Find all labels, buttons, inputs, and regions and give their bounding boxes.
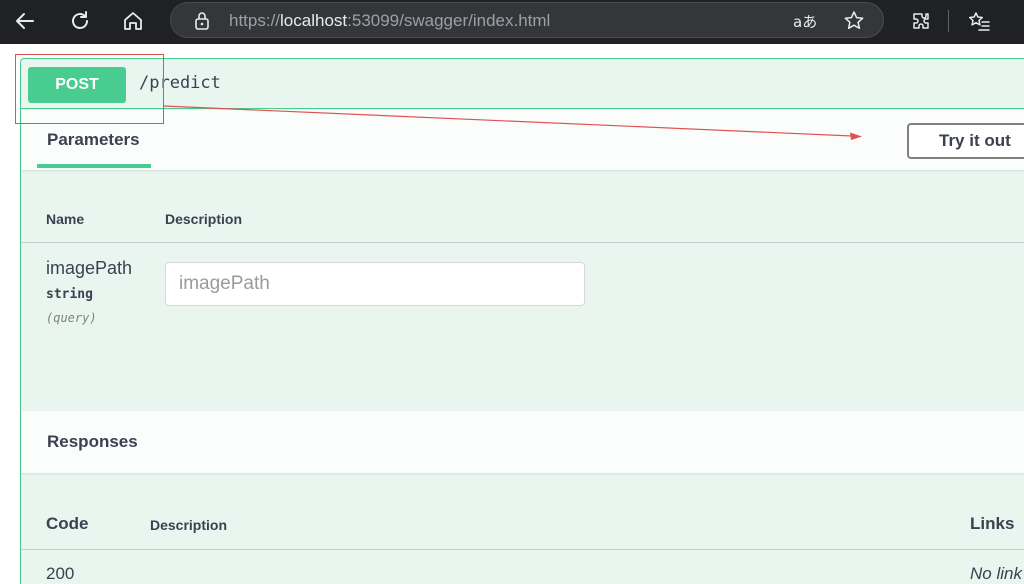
param-type: string (46, 287, 93, 302)
col-response-description-header: Description (150, 517, 228, 533)
responses-divider (21, 549, 1024, 550)
image-path-input[interactable] (165, 262, 585, 306)
url-text: https://localhost:53099/swagger/index.ht… (229, 11, 550, 31)
url-path: :53099/swagger/index.html (347, 11, 551, 30)
address-bar[interactable]: https://localhost:53099/swagger/index.ht… (170, 2, 884, 38)
response-links: No link (970, 564, 1022, 583)
col-code-header: Code (46, 514, 89, 533)
refresh-icon[interactable] (63, 6, 97, 36)
back-icon[interactable] (8, 6, 42, 36)
try-it-out-button[interactable]: Try it out (907, 123, 1024, 159)
response-code: 200 (46, 564, 75, 583)
col-description-header: Description (165, 211, 243, 227)
home-icon[interactable] (116, 6, 150, 36)
url-scheme: https:// (229, 11, 281, 30)
responses-header: Responses (21, 411, 1024, 473)
param-location: (query) (46, 311, 97, 325)
read-aloud-icon[interactable]: aあ (793, 11, 817, 32)
col-links-header: Links (970, 514, 1015, 533)
parameters-header: Parameters Try it out (21, 110, 1024, 170)
tab-parameters[interactable]: Parameters (47, 130, 140, 150)
tab-active-indicator (37, 164, 151, 168)
responses-title: Responses (47, 432, 138, 451)
col-name-header: Name (46, 211, 85, 227)
operation-summary[interactable]: POST /predict (21, 59, 1024, 109)
param-name: imagePath (46, 258, 133, 278)
swagger-page: POST /predict Parameters Try it out Name… (0, 44, 1024, 584)
toolbar-divider (948, 10, 949, 32)
annotation-box (15, 54, 164, 124)
browser-toolbar: https://localhost:53099/swagger/index.ht… (0, 0, 1024, 44)
favorite-star-icon[interactable] (843, 10, 865, 37)
extensions-icon[interactable] (904, 6, 938, 36)
favorites-list-icon[interactable] (962, 6, 996, 36)
lock-icon[interactable] (193, 11, 211, 36)
url-host: localhost (280, 11, 348, 30)
parameters-divider (21, 242, 1024, 243)
operation-block: POST /predict Parameters Try it out Name… (20, 58, 1024, 584)
